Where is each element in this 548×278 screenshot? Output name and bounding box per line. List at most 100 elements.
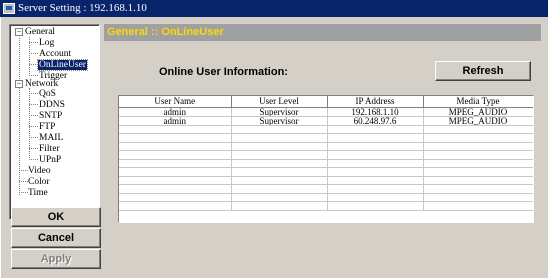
cell-user-level: Supervisor — [231, 107, 328, 117]
empty-cell — [327, 201, 424, 211]
empty-cell — [327, 142, 424, 151]
empty-cell — [231, 133, 328, 143]
tree-node-time[interactable]: Time — [28, 188, 48, 199]
empty-cell — [119, 176, 232, 185]
tree-node-mail[interactable]: MAIL — [39, 133, 63, 144]
tree-node-upnp[interactable]: UPnP — [39, 155, 61, 166]
empty-cell — [231, 176, 328, 185]
empty-cell — [327, 176, 424, 185]
column-header-media-type: Media Type — [423, 96, 533, 108]
apply-button[interactable]: Apply — [11, 249, 101, 269]
empty-table-row — [119, 201, 533, 211]
tree-connector — [19, 170, 28, 171]
empty-cell — [231, 150, 328, 160]
empty-table-row — [119, 150, 533, 160]
settings-tree[interactable]: − General Log Account OnLineUser Trigger… — [9, 24, 100, 220]
empty-cell — [119, 193, 232, 202]
empty-cell — [423, 167, 533, 177]
tree-connector — [29, 104, 38, 105]
empty-cell — [119, 201, 232, 211]
empty-cell — [327, 159, 424, 168]
cell-user-name: admin — [119, 116, 232, 126]
empty-cell — [119, 150, 232, 160]
empty-cell — [327, 167, 424, 177]
empty-cell — [231, 125, 328, 134]
empty-table-row — [119, 133, 533, 143]
tree-node-ftp[interactable]: FTP — [39, 122, 55, 133]
tree-node-account[interactable]: Account — [39, 49, 71, 60]
empty-table-row — [119, 193, 533, 202]
tree-node-filter[interactable]: Filter — [39, 144, 60, 155]
empty-cell — [423, 142, 533, 151]
column-header-ip-address: IP Address — [327, 96, 424, 108]
empty-cell — [231, 201, 328, 211]
empty-cell — [423, 193, 533, 202]
online-user-grid: User Name User Level IP Address Media Ty… — [119, 96, 533, 211]
collapse-general-icon[interactable]: − — [15, 28, 23, 36]
tree-node-sntp[interactable]: SNTP — [39, 111, 62, 122]
empty-cell — [119, 184, 232, 194]
cancel-button[interactable]: Cancel — [11, 228, 101, 248]
empty-table-row — [119, 159, 533, 168]
empty-table-row — [119, 176, 533, 185]
window-title: Server Setting : 192.168.1.10 — [18, 2, 147, 14]
empty-cell — [119, 125, 232, 134]
title-bar: Server Setting : 192.168.1.10 — [0, 0, 548, 17]
empty-cell — [231, 193, 328, 202]
empty-cell — [423, 159, 533, 168]
empty-cell — [119, 159, 232, 168]
tree-connector — [29, 159, 38, 160]
tree-connector — [29, 137, 38, 138]
settings-window: − General Log Account OnLineUser Trigger… — [0, 17, 548, 278]
table-row[interactable]: admin Supervisor 192.168.1.10 MPEG_AUDIO — [119, 107, 533, 117]
empty-table-row — [119, 142, 533, 151]
ok-button[interactable]: OK — [11, 207, 101, 227]
column-header-user-name: User Name — [119, 96, 232, 108]
app-icon — [3, 3, 15, 14]
cell-media-type: MPEG_AUDIO — [423, 107, 533, 117]
table-header-row: User Name User Level IP Address Media Ty… — [119, 96, 533, 108]
tree-node-video[interactable]: Video — [28, 166, 51, 177]
empty-cell — [119, 142, 232, 151]
tree-node-general[interactable]: General — [25, 27, 55, 38]
tree-node-color[interactable]: Color — [28, 177, 50, 188]
empty-table-row — [119, 167, 533, 177]
refresh-button[interactable]: Refresh — [435, 61, 531, 81]
tree-connector — [29, 148, 38, 149]
empty-cell — [327, 184, 424, 194]
tree-connector — [19, 192, 28, 193]
empty-cell — [327, 125, 424, 134]
tree-node-ddns[interactable]: DDNS — [39, 100, 65, 111]
cell-user-level: Supervisor — [231, 116, 328, 126]
table-row[interactable]: admin Supervisor 60.248.97.6 MPEG_AUDIO — [119, 116, 533, 126]
online-user-info-label: Online User Information: — [159, 66, 288, 78]
collapse-network-icon[interactable]: − — [15, 80, 23, 88]
tree-connector — [29, 64, 38, 65]
empty-cell — [327, 133, 424, 143]
empty-cell — [423, 150, 533, 160]
cell-ip-address: 192.168.1.10 — [327, 107, 424, 117]
empty-cell — [423, 201, 533, 211]
tree-node-qos[interactable]: QoS — [39, 89, 56, 100]
tree-connector — [19, 181, 28, 182]
empty-cell — [423, 176, 533, 185]
empty-cell — [231, 184, 328, 194]
online-user-table: User Name User Level IP Address Media Ty… — [118, 95, 534, 223]
empty-cell — [327, 193, 424, 202]
empty-cell — [231, 142, 328, 151]
section-header: General :: OnLineUser — [104, 24, 541, 41]
tree-node-log[interactable]: Log — [39, 38, 54, 49]
column-header-user-level: User Level — [231, 96, 328, 108]
empty-cell — [119, 167, 232, 177]
tree-connector — [29, 42, 38, 43]
tree-connector — [29, 53, 38, 54]
tree-connector — [29, 126, 38, 127]
tree-node-online-user[interactable]: OnLineUser — [37, 59, 88, 71]
tree-connector — [29, 93, 38, 94]
tree-connector — [29, 75, 38, 76]
empty-table-row — [119, 184, 533, 194]
table-body: admin Supervisor 192.168.1.10 MPEG_AUDIO… — [119, 107, 533, 211]
empty-cell — [327, 150, 424, 160]
empty-cell — [231, 159, 328, 168]
cell-user-name: admin — [119, 107, 232, 117]
